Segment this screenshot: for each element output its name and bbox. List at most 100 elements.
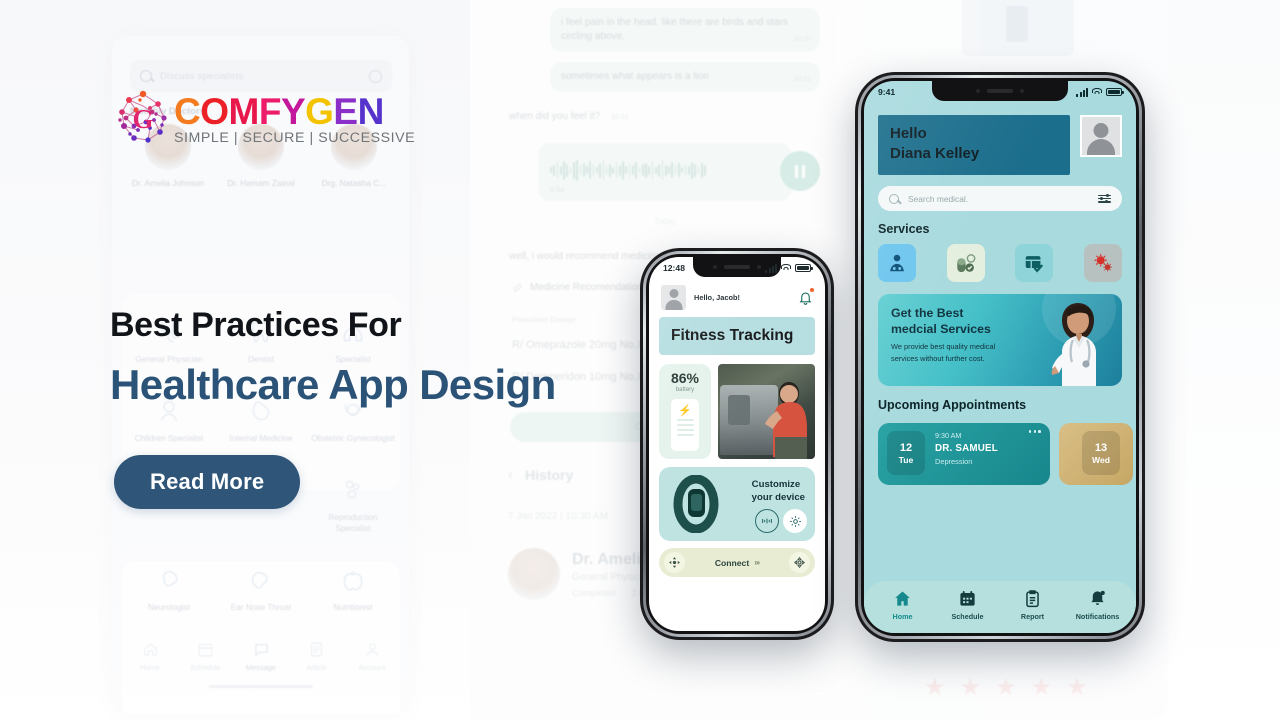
bg-specialty-label: Children Specialist — [134, 433, 204, 443]
chat-bubble: when did you feel it? 10:22 — [498, 102, 772, 133]
home-icon — [126, 638, 174, 660]
magnifier-icon — [889, 193, 899, 204]
promo-banner[interactable]: Get the Best medcial Services We provide… — [878, 294, 1122, 386]
appointment-meta: 9:30 AM DR. SAMUEL Depression — [935, 431, 998, 475]
notification-badge — [809, 287, 814, 292]
bg-doctor-name: Dr. Hamam Zainal — [227, 178, 295, 188]
service-tile-virus[interactable] — [1083, 244, 1122, 282]
brand-letter: Y — [280, 91, 306, 132]
bg-nav-label: Schedule — [190, 663, 221, 672]
status-time: 9:41 — [878, 87, 896, 97]
avatar — [508, 548, 560, 600]
document-icon — [293, 638, 341, 660]
service-tile-pills[interactable] — [946, 244, 985, 282]
rating-stars: ★ ★ ★ ★ ★ — [924, 676, 1088, 700]
service-tile-doctor[interactable] — [878, 244, 916, 282]
nav-item-home[interactable]: Home — [874, 588, 932, 621]
brand-letter: C — [174, 91, 201, 132]
signal-icon — [1076, 87, 1088, 97]
search-icon — [140, 70, 152, 82]
customize-line2: your device — [751, 492, 805, 503]
banner-sub-line1: We provide best quality medical — [891, 342, 996, 351]
history-icon — [369, 69, 382, 83]
chat-day-tag: Today — [654, 217, 676, 226]
appointment-card[interactable]: 12 Tue 9:30 AM DR. SAMUEL Depression — [878, 423, 1050, 485]
appointment-time: 9:30 AM — [935, 431, 962, 440]
status-bar: 12:48 — [649, 257, 825, 279]
chat-time: 10:22 — [610, 114, 629, 121]
bg-nav-article: Article — [293, 638, 341, 672]
broadcast-icon[interactable] — [755, 509, 779, 533]
chat-bubble: sometimes what appears is a lion 10:21 — [550, 62, 820, 92]
female-doctor-photo — [1051, 303, 1096, 386]
appointment-day: 12 — [899, 441, 913, 454]
user-avatar-icon[interactable] — [1080, 115, 1122, 157]
chat-bubble: i feel pain in the head. like there are … — [550, 8, 820, 52]
sliders-icon[interactable] — [1098, 193, 1111, 204]
banner-title: Get the Best medcial Services — [891, 305, 991, 337]
nav-item-notifications[interactable]: Notifications — [1069, 588, 1127, 621]
search-placeholder: Search medical. — [908, 193, 969, 204]
connect-bar[interactable]: Connect ››› — [659, 548, 815, 577]
calendar-icon — [939, 588, 997, 610]
chat-time: 10:20 — [793, 36, 811, 43]
bg-specialty-label: Reproduction Specialist — [328, 512, 378, 533]
connect-label-group: Connect ››› — [715, 558, 760, 568]
bg-specialty-label: Internal Medicine — [229, 433, 293, 443]
clipboard-icon — [1004, 588, 1062, 610]
bell-icon[interactable] — [798, 287, 814, 306]
history-status: Completed — [572, 587, 616, 598]
fitness-page-title: Fitness Tracking — [659, 317, 815, 355]
brand-letter: G — [305, 91, 334, 132]
fitness-top-row: 86% battery ⚡ — [659, 364, 815, 459]
voice-message: 0:54 — [538, 143, 820, 201]
chat-message-text: sometimes what appears is a lion — [561, 71, 709, 82]
wifi-icon — [781, 264, 791, 272]
brain-icon — [126, 564, 212, 596]
wifi-icon — [1092, 88, 1102, 96]
battery-label: battery — [675, 387, 695, 393]
read-more-button[interactable]: Read More — [114, 455, 301, 509]
battery-bar — [676, 424, 694, 426]
battery-card: 86% battery ⚡ — [659, 364, 711, 459]
nav-item-report[interactable]: Report — [1004, 588, 1062, 621]
customize-line1: Customize — [751, 479, 801, 490]
bg-specialty-label: Nutritionist — [333, 602, 373, 612]
search-input[interactable]: Search medical. — [878, 186, 1122, 211]
appointment-date-chip: 13 Wed — [1082, 431, 1120, 475]
appointment-doctor: DR. SAMUEL — [935, 443, 998, 454]
nav-item-schedule[interactable]: Schedule — [939, 588, 997, 621]
user-avatar-icon[interactable] — [661, 285, 686, 310]
appointment-day: 13 — [1094, 441, 1108, 454]
brand-letter: F — [258, 91, 282, 132]
hero-heading: Best Practices For Healthcare App Design — [110, 302, 556, 414]
service-tile-checklist[interactable] — [1015, 244, 1054, 282]
nav-pad-icon[interactable] — [789, 552, 810, 573]
fitness-band-icon — [673, 475, 719, 533]
banner-subtitle: We provide best quality medical services… — [891, 341, 995, 365]
pills-icon — [956, 254, 976, 273]
bg-specialty-item: Neurologist — [126, 564, 212, 613]
voice-duration: 0:54 — [550, 185, 565, 194]
star-icon: ★ — [959, 674, 982, 701]
brand-logo[interactable]: G C O M F Y G E N SIMPLE | SECURE | SUCC… — [112, 88, 415, 150]
chat-message-text: well, i would recommend medicine — [509, 251, 662, 262]
bg-specialty-label: Neurologist — [148, 602, 190, 612]
bg-nav-account: Account — [348, 638, 396, 672]
status-bar: 9:41 — [864, 81, 1136, 103]
hero-line-2: Healthcare App Design — [110, 361, 556, 408]
gear-icon[interactable] — [783, 509, 807, 533]
fitness-greeting: Hello, Jacob! — [694, 293, 740, 302]
svg-text:G: G — [132, 104, 153, 134]
bg-nav-message: Message — [237, 638, 285, 672]
nav-pad-icon[interactable] — [664, 552, 685, 573]
customize-device-card[interactable]: Customize your device — [659, 467, 815, 541]
bg-specialty-label: Ear Nose Throat — [230, 602, 292, 612]
battery-bar — [676, 419, 694, 421]
home-indicator — [208, 685, 313, 688]
more-dots-icon[interactable] — [1028, 430, 1041, 433]
home-icon — [874, 588, 932, 610]
apple-icon — [310, 564, 396, 596]
star-icon: ★ — [1030, 674, 1053, 701]
appointment-card[interactable]: 13 Wed — [1059, 423, 1133, 485]
